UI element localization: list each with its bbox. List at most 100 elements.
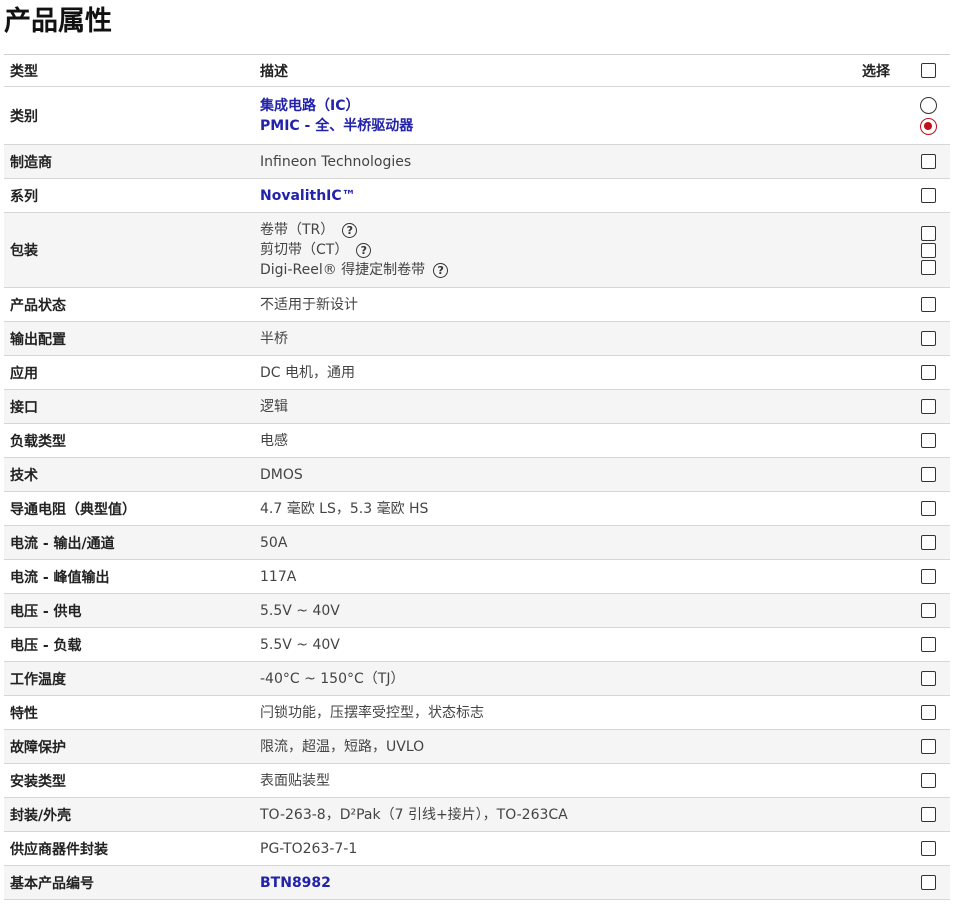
attribute-description: 117A — [260, 560, 296, 593]
description-line: 剪切带（CT）? — [260, 240, 448, 260]
table-row: 故障保护 限流，超温，短路，UVLO — [4, 730, 950, 764]
select-cell — [918, 145, 938, 178]
table-row: 系列 NovalithIC™ — [4, 179, 950, 213]
table-row: 安装类型 表面贴装型 — [4, 764, 950, 798]
select-checkbox[interactable] — [920, 467, 936, 482]
help-circle-icon[interactable]: ? — [433, 262, 449, 278]
attribute-description: PG-TO263-7-1 — [260, 832, 357, 865]
table-row: 工作温度 -40°C ~ 150°C（TJ） — [4, 662, 950, 696]
attribute-value: 不适用于新设计 — [260, 296, 358, 313]
select-checkbox[interactable] — [920, 433, 936, 448]
description-line: 电感 — [260, 431, 288, 451]
attribute-description: 5.5V ~ 40V — [260, 628, 340, 661]
select-checkbox[interactable] — [920, 807, 936, 822]
radio-unchecked[interactable] — [919, 96, 937, 114]
select-checkbox[interactable] — [920, 399, 936, 414]
table-row: 负载类型 电感 — [4, 424, 950, 458]
select-cell — [918, 492, 938, 525]
description-line: NovalithIC™ — [260, 186, 356, 206]
attribute-type: 产品状态 — [10, 297, 66, 314]
select-checkbox[interactable] — [920, 225, 936, 241]
page-title: 产品属性 — [4, 6, 112, 37]
description-line: BTN8982 — [260, 873, 331, 893]
attribute-link[interactable]: BTN8982 — [260, 873, 331, 893]
description-line: 4.7 毫欧 LS，5.3 毫欧 HS — [260, 499, 428, 519]
attribute-link[interactable]: NovalithIC™ — [260, 186, 356, 206]
attribute-description: 50A — [260, 526, 287, 559]
attribute-description: DC 电机，通用 — [260, 356, 355, 389]
table-row: 电流 - 输出/通道 50A — [4, 526, 950, 560]
description-line: 50A — [260, 533, 287, 553]
select-cell — [918, 322, 938, 355]
table-row: 基本产品编号 BTN8982 — [4, 866, 950, 900]
select-cell — [918, 526, 938, 559]
attribute-description: NovalithIC™ — [260, 179, 356, 212]
description-line: 集成电路（IC） — [260, 96, 413, 116]
select-all-cell — [918, 55, 938, 86]
radio-checked[interactable] — [919, 117, 937, 135]
description-line: 闩锁功能，压摆率受控型，状态标志 — [260, 703, 484, 723]
select-checkbox[interactable] — [920, 365, 936, 380]
attribute-description: 逻辑 — [260, 390, 288, 423]
select-checkbox[interactable] — [920, 259, 936, 275]
description-line: Digi-Reel® 得捷定制卷带? — [260, 260, 449, 280]
attribute-value: Digi-Reel® 得捷定制卷带 — [260, 262, 426, 278]
select-checkbox[interactable] — [920, 188, 936, 203]
attribute-value: 117A — [260, 568, 297, 585]
select-checkbox[interactable] — [920, 841, 936, 856]
help-circle-icon[interactable]: ? — [342, 222, 358, 238]
select-cell — [918, 764, 938, 797]
select-checkbox[interactable] — [920, 637, 936, 652]
select-checkbox[interactable] — [920, 297, 936, 312]
attribute-description: TO-263-8，D²Pak（7 引线+接片），TO-263CA — [260, 798, 568, 831]
attribute-value: PG-TO263-7-1 — [260, 840, 358, 857]
select-checkbox[interactable] — [920, 705, 936, 720]
attribute-link[interactable]: PMIC - 全、半桥驱动器 — [260, 116, 413, 136]
help-circle-icon[interactable]: ? — [356, 242, 372, 258]
table-row: 技术 DMOS — [4, 458, 950, 492]
table-row: 供应商器件封装 PG-TO263-7-1 — [4, 832, 950, 866]
attribute-type: 供应商器件封装 — [10, 841, 108, 858]
select-checkbox[interactable] — [920, 671, 936, 686]
select-checkbox[interactable] — [920, 154, 936, 169]
description-line: PG-TO263-7-1 — [260, 839, 357, 859]
attribute-value: 闩锁功能，压摆率受控型，状态标志 — [260, 704, 484, 721]
table-row: 封装/外壳 TO-263-8，D²Pak（7 引线+接片），TO-263CA — [4, 798, 950, 832]
attribute-value: 限流，超温，短路，UVLO — [260, 738, 425, 755]
attribute-type: 电流 - 峰值输出 — [10, 569, 110, 586]
select-all-checkbox[interactable] — [920, 63, 936, 78]
select-checkbox[interactable] — [920, 331, 936, 346]
table-header-row: 类型 描述 选择 — [4, 55, 950, 87]
attribute-type: 安装类型 — [10, 773, 66, 790]
select-cell — [918, 628, 938, 661]
attribute-type: 应用 — [10, 365, 38, 382]
attribute-description: 不适用于新设计 — [260, 288, 358, 321]
attribute-type: 基本产品编号 — [10, 875, 94, 892]
attribute-type: 特性 — [10, 705, 38, 722]
select-checkbox[interactable] — [920, 739, 936, 754]
attribute-type: 负载类型 — [10, 433, 66, 450]
description-line: 限流，超温，短路，UVLO — [260, 737, 424, 757]
attribute-value: 5.5V ~ 40V — [260, 602, 340, 619]
select-checkbox[interactable] — [920, 242, 936, 258]
attribute-description: 限流，超温，短路，UVLO — [260, 730, 424, 763]
description-line: Infineon Technologies — [260, 152, 411, 172]
attribute-link[interactable]: 集成电路（IC） — [260, 96, 359, 116]
select-cell — [918, 424, 938, 457]
attribute-description: 5.5V ~ 40V — [260, 594, 340, 627]
select-checkbox[interactable] — [920, 569, 936, 584]
attribute-description: 4.7 毫欧 LS，5.3 毫欧 HS — [260, 492, 428, 525]
attribute-type: 包装 — [10, 243, 38, 259]
select-checkbox[interactable] — [920, 773, 936, 788]
select-checkbox[interactable] — [920, 875, 936, 890]
attribute-description: 表面贴装型 — [260, 764, 330, 797]
attribute-value: DMOS — [260, 466, 303, 483]
select-checkbox[interactable] — [920, 535, 936, 550]
table-row: 类别 集成电路（IC） PMIC - 全、半桥驱动器 — [4, 87, 950, 145]
select-checkbox[interactable] — [920, 603, 936, 618]
attribute-value: TO-263-8，D²Pak（7 引线+接片），TO-263CA — [260, 806, 568, 823]
select-checkbox[interactable] — [920, 501, 936, 516]
header-type: 类型 — [10, 63, 38, 80]
attribute-description: BTN8982 — [260, 866, 331, 899]
select-cell — [918, 458, 938, 491]
